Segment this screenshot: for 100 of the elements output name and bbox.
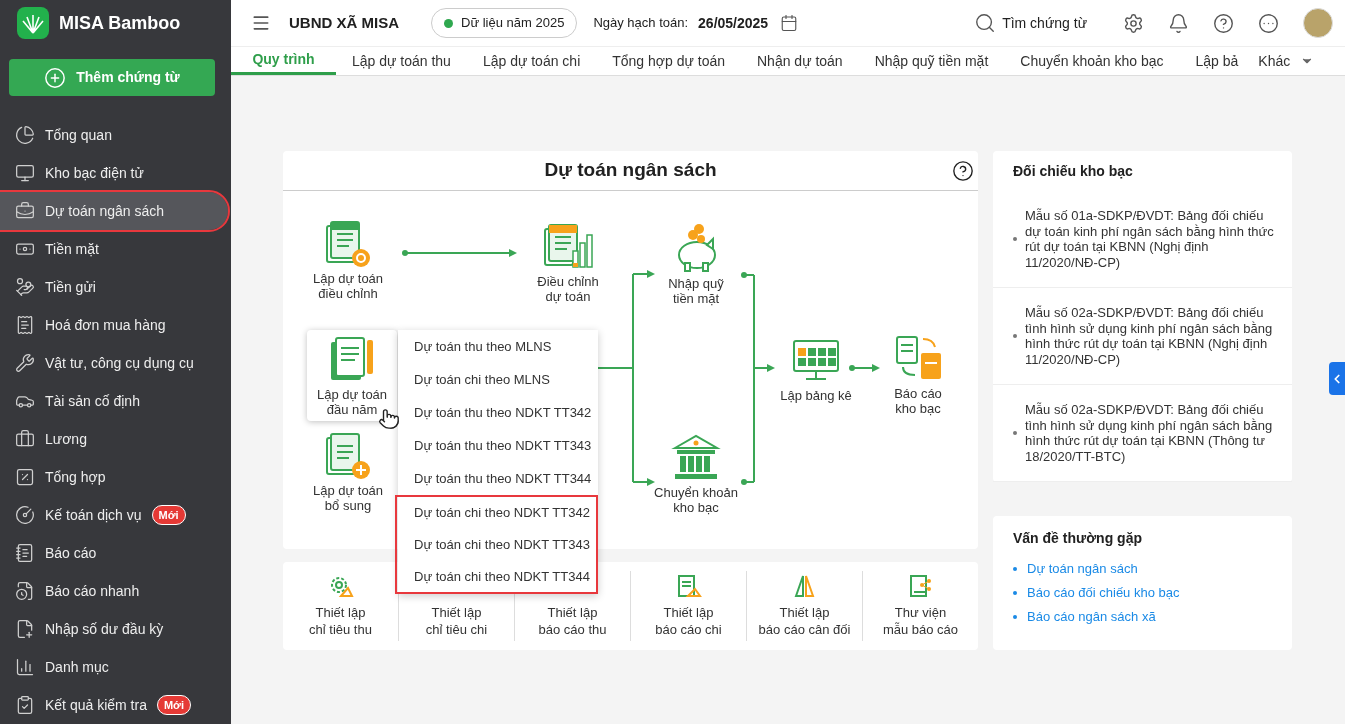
menu-icon xyxy=(15,543,35,563)
setting-label[interactable]: Thiết lập chỉ tiêu thu xyxy=(309,604,372,638)
sidebar-label: Dự toán ngân sách xyxy=(45,201,165,221)
card-title: Vấn đề thường gặp xyxy=(1013,529,1143,548)
sidebar-item[interactable]: Vật tư, công cụ dụng cụ xyxy=(0,344,222,382)
new-badge: Mới xyxy=(156,694,191,716)
search-button[interactable]: Tìm chứng từ xyxy=(974,12,1087,34)
setting-label[interactable]: Thư viện mẫu báo cáo xyxy=(882,604,959,638)
menu-icon xyxy=(15,581,35,601)
logo-icon xyxy=(17,7,49,40)
sidebar-label: Tổng hợp xyxy=(45,467,106,487)
process-node-card[interactable]: Lập dự toán đầu năm xyxy=(307,330,397,421)
help-icon[interactable] xyxy=(952,159,974,182)
process-title: Dự toán ngân sách xyxy=(544,158,717,183)
tab[interactable]: Lập dự toán chi xyxy=(466,47,597,75)
sidebar-item[interactable]: Tài sản cố định xyxy=(0,382,222,420)
sidebar-label: Kho bạc điện tử xyxy=(45,163,144,183)
faq-link[interactable]: Báo cáo đối chiếu kho bạc xyxy=(1027,583,1180,603)
sidebar-label: Tiền mặt xyxy=(45,239,99,259)
posting-date: 26/05/2025 xyxy=(698,13,769,33)
menu-item[interactable]: Dự toán chi theo NDKT TT343 xyxy=(395,528,598,561)
document-icon xyxy=(675,574,702,600)
bullet-icon xyxy=(1013,431,1017,435)
collapse-tab[interactable] xyxy=(1329,362,1345,395)
sidebar-item[interactable]: Kết quả kiểm tra Mới xyxy=(0,686,222,724)
more-tab[interactable]: Khác xyxy=(1254,47,1319,75)
menu-item[interactable]: Dự toán chi theo NDKT TT342 xyxy=(395,495,598,528)
faq-link[interactable]: Dự toán ngân sách xyxy=(1027,559,1138,579)
menu-icon xyxy=(15,505,35,525)
bullet-icon xyxy=(1013,237,1017,241)
sidebar-label: Báo cáo nhanh xyxy=(45,581,140,601)
tab[interactable]: Chuyển khoản kho bạc xyxy=(1004,47,1180,75)
sidebar-label: Hoá đơn mua hàng xyxy=(45,315,166,335)
bell-icon[interactable] xyxy=(1168,12,1189,34)
sidebar-label: Lương xyxy=(45,429,87,449)
sidebar-item[interactable]: Nhập số dư đầu kỳ xyxy=(0,610,222,648)
report-link[interactable]: Mẫu số 01a-SDKP/ĐVDT: Bảng đối chiếu dự toán kinh phí ngân sách bằng hình thức rút dự toán tại KBNN (Nghị định 11/2020/NĐ-CP) xyxy=(1025,208,1278,270)
process-node[interactable]: Lập dự toán điều chỉnh xyxy=(288,218,408,301)
menu-item[interactable]: Dự toán thu theo NDKT TT342 xyxy=(398,396,598,429)
node-label: Lập bảng kê xyxy=(780,388,852,403)
process-node[interactable]: Nhập quỹ tiền mặt xyxy=(636,223,756,306)
bank-icon xyxy=(671,432,721,482)
setting-label[interactable]: Thiết lập chỉ tiêu chi xyxy=(425,604,488,638)
tab[interactable]: Tổng hợp dự toán xyxy=(596,47,741,75)
sidebar-item[interactable]: Báo cáo xyxy=(0,534,222,572)
node-label: Điều chỉnh dự toán xyxy=(537,274,599,304)
setting-label[interactable]: Thiết lập báo cáo chi xyxy=(655,604,722,638)
sidebar-item[interactable]: Tổng quan xyxy=(0,116,222,154)
menu-icon xyxy=(15,467,35,487)
sidebar-item[interactable]: Tiền gửi xyxy=(0,268,222,306)
setting-label[interactable]: Thiết lập báo cáo cân đối xyxy=(758,604,851,638)
menu-icon xyxy=(15,277,35,297)
sidebar-item[interactable]: Kế toán dịch vụ Mới xyxy=(0,496,222,534)
setting-label[interactable]: Thiết lập báo cáo thu xyxy=(538,604,607,638)
sidebar-item[interactable]: Hoá đơn mua hàng xyxy=(0,306,222,344)
sidebar-item[interactable]: Báo cáo nhanh xyxy=(0,572,222,610)
help-icon[interactable] xyxy=(1213,12,1234,34)
plus-icon xyxy=(44,66,67,89)
book-share-icon xyxy=(907,574,934,600)
tab[interactable]: Nhận dự toán xyxy=(741,47,859,75)
tab[interactable]: Lập bả xyxy=(1179,47,1255,75)
sidebar-item[interactable]: Tổng hợp xyxy=(0,458,222,496)
sidebar-label: Tiền gửi xyxy=(45,277,96,297)
organization-name: UBND XÃ MISA xyxy=(289,12,399,33)
connector-arrow xyxy=(849,364,880,372)
node-label: Nhập quỹ tiền mặt xyxy=(668,276,724,306)
node-label: Lập dự toán bổ sung xyxy=(312,483,384,513)
new-badge: Mới xyxy=(151,504,186,526)
menu-item[interactable]: Dự toán thu theo MLNS xyxy=(398,330,598,363)
more-icon[interactable] xyxy=(1258,12,1279,34)
sidebar-item[interactable]: Kho bạc điện tử xyxy=(0,154,222,192)
tab[interactable]: Nhập quỹ tiền mặt xyxy=(858,47,1005,75)
sidebar-item[interactable]: Dự toán ngân sách xyxy=(0,192,228,230)
node-label: Lập dự toán điều chỉnh xyxy=(312,271,384,301)
menu-item[interactable]: Dự toán chi theo MLNS xyxy=(398,363,598,396)
sidebar-label: Báo cáo xyxy=(45,543,97,563)
process-node[interactable]: Chuyển khoản kho bạc xyxy=(636,432,756,515)
tab[interactable]: Lập dự toán thu xyxy=(336,47,467,75)
node-label: Lập dự toán đầu năm xyxy=(316,387,388,417)
search-icon xyxy=(974,12,997,34)
sidebar-item[interactable]: Danh mục xyxy=(0,648,222,686)
sidebar-item[interactable]: Lương xyxy=(0,420,222,458)
document-plus-icon xyxy=(323,430,373,480)
sidebar-item[interactable]: Tiền mặt xyxy=(0,230,222,268)
sidebar-label: Vật tư, công cụ dụng cụ xyxy=(45,353,194,373)
menu-icon xyxy=(15,125,35,145)
menu-icon xyxy=(15,429,35,449)
node-label: Báo cáo kho bạc xyxy=(894,386,942,416)
sidebar-label: Kế toán dịch vụ xyxy=(45,505,142,525)
card-title: Đối chiếu kho bạc xyxy=(1013,161,1133,181)
report-link[interactable]: Mẫu số 02a-SDKP/ĐVDT: Bảng đối chiếu tình hình sử dụng kinh phí ngân sách bằng hình thức rút dự toán tại KBNN (Nghị định 11/2020/NĐ-CP) xyxy=(1025,305,1278,367)
settings-icon[interactable] xyxy=(1123,12,1144,34)
calendar-icon[interactable] xyxy=(780,14,799,32)
menu-icon xyxy=(15,619,35,639)
report-link[interactable]: Mẫu số 02a-SDKP/ĐVDT: Bảng đối chiếu tình hình sử dụng kinh phí ngân sách bằng hình thức rút dự toán tại KBNN (Thông tư 18/2020/TT-BTC) xyxy=(1025,402,1278,464)
bullet-icon xyxy=(1013,615,1017,619)
menu-icon[interactable] xyxy=(251,13,271,33)
menu-icon xyxy=(15,657,35,677)
faq-link[interactable]: Báo cáo ngân sách xã xyxy=(1027,607,1156,627)
process-node[interactable]: Điều chỉnh dự toán xyxy=(508,221,628,304)
